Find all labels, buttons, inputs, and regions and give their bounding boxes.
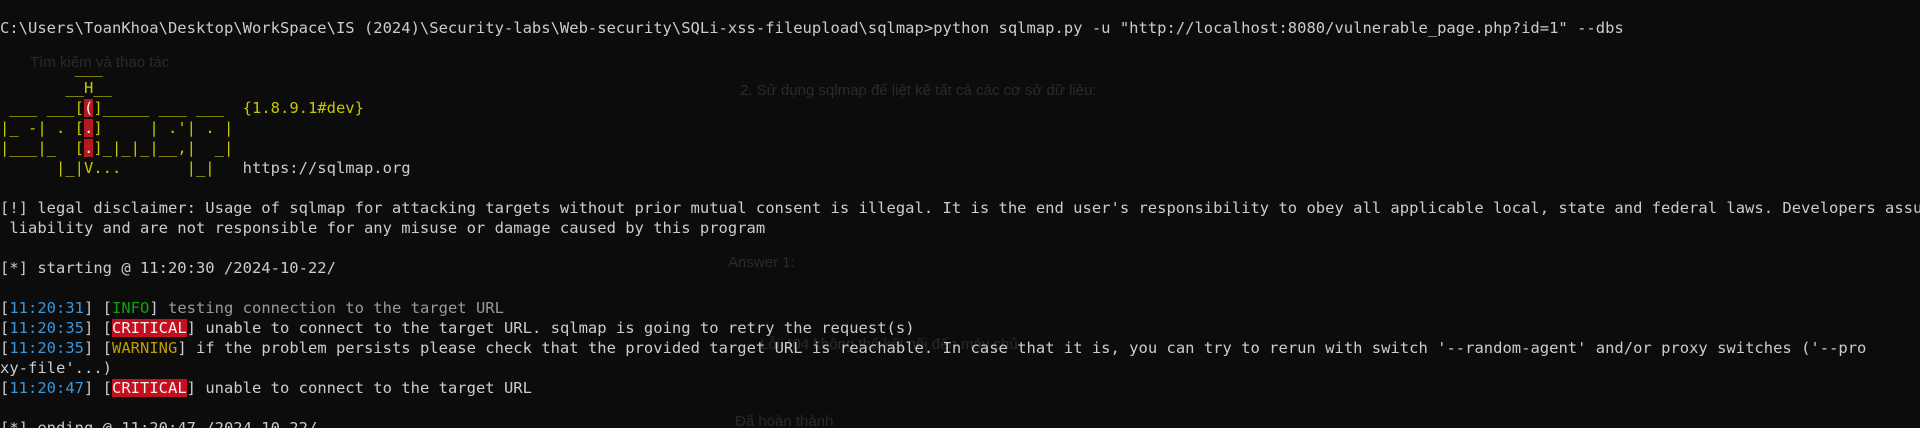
log-line: [11:20:47] [CRITICAL] unable to connect … [0, 379, 532, 397]
terminal-output[interactable]: C:\Users\ToanKhoa\Desktop\WorkSpace\IS (… [0, 18, 1920, 428]
log-level-info: INFO [112, 299, 150, 317]
banner-art: |___|_ [ [0, 139, 84, 157]
log-continuation: xy-file'...) [0, 359, 112, 377]
banner-line: ___ [0, 58, 1920, 78]
command-line: C:\Users\ToanKhoa\Desktop\WorkSpace\IS (… [0, 18, 1920, 38]
banner-art: ___ [0, 59, 103, 77]
banner-line: |_ -| . [.] | .'| . | [0, 118, 1920, 138]
log-timestamp: 11:20:31 [9, 299, 84, 317]
banner-art: |_|V... |_| [0, 159, 243, 177]
banner-art: ___ ___[ [0, 99, 84, 117]
log-message: unable to connect to the target URL. sql… [196, 319, 915, 337]
command-text: python sqlmap.py -u "http://localhost:80… [933, 19, 1624, 37]
banner-line: |___|_ [.]_|_|_|__,| _| [0, 138, 1920, 158]
starting-line: [*] starting @ 11:20:30 /2024-10-22/ [0, 259, 336, 277]
log-timestamp: 11:20:35 [9, 339, 84, 357]
banner-art: |_ -| . [ [0, 119, 84, 137]
banner-art: ]_|_|_|__,| _| [93, 139, 234, 157]
banner-line: ___ ___[(]_____ ___ ___ {1.8.9.1#dev} [0, 98, 1920, 118]
log-level-warning: WARNING [112, 339, 178, 357]
banner-line: |_|V... |_| https://sqlmap.org [0, 158, 1920, 178]
banner-line: __H__ [0, 78, 1920, 98]
log-message: unable to connect to the target URL [196, 379, 532, 397]
log-line: [11:20:35] [CRITICAL] unable to connect … [0, 319, 915, 337]
banner-highlight: ( [84, 99, 94, 117]
prompt-path: C:\Users\ToanKhoa\Desktop\WorkSpace\IS (… [0, 19, 934, 37]
log-level-critical: CRITICAL [112, 319, 187, 337]
log-message: testing connection to the target URL [158, 299, 504, 317]
legal-disclaimer: liability and are not responsible for an… [0, 219, 766, 237]
banner-art: ]_____ ___ ___ [93, 99, 243, 117]
banner-art: ] | .'| . | [93, 119, 234, 137]
banner-art: __H__ [0, 79, 112, 97]
terminal-window[interactable]: Tìm kiếm và thao tác 2. Sử dụng sqlmap đ… [0, 0, 1920, 428]
sqlmap-version: {1.8.9.1#dev} [242, 99, 364, 117]
log-message: if the problem persists please check tha… [186, 339, 1867, 357]
log-line: [11:20:31] [INFO] testing connection to … [0, 299, 504, 317]
banner-highlight: . [84, 119, 94, 137]
ending-line: [*] ending @ 11:20:47 /2024-10-22/ [0, 419, 318, 428]
log-line: [11:20:35] [WARNING] if the problem pers… [0, 339, 1867, 357]
log-timestamp: 11:20:47 [9, 379, 84, 397]
log-level-critical: CRITICAL [112, 379, 187, 397]
log-timestamp: 11:20:35 [9, 319, 84, 337]
legal-disclaimer: [!] legal disclaimer: Usage of sqlmap fo… [0, 199, 1920, 217]
sqlmap-url: https://sqlmap.org [242, 159, 411, 177]
banner-highlight: . [84, 139, 94, 157]
